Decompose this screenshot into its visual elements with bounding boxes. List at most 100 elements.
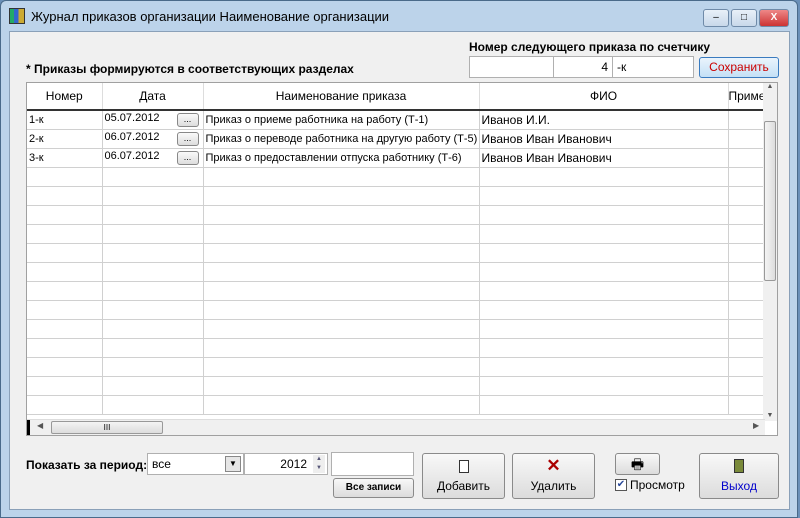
empty-cell[interactable]	[27, 205, 103, 225]
exit-button[interactable]: Выход	[699, 453, 779, 499]
cell-num[interactable]: 3-к	[27, 148, 103, 168]
cell-fio[interactable]: Иванов Иван Иванович	[479, 148, 729, 168]
vertical-scrollbar[interactable]: ▲ ▼	[763, 83, 777, 421]
scroll-right-icon[interactable]: ▶	[753, 421, 759, 430]
empty-cell[interactable]	[203, 319, 480, 339]
empty-cell[interactable]	[728, 262, 766, 282]
empty-row[interactable]	[27, 357, 766, 377]
empty-cell[interactable]	[728, 205, 766, 225]
print-button[interactable]: 🖶	[615, 453, 660, 475]
empty-row[interactable]	[27, 376, 766, 396]
empty-cell[interactable]	[479, 167, 729, 187]
empty-cell[interactable]	[102, 395, 204, 415]
empty-cell[interactable]	[27, 376, 103, 396]
empty-cell[interactable]	[728, 186, 766, 206]
empty-cell[interactable]	[728, 300, 766, 320]
empty-cell[interactable]	[728, 281, 766, 301]
empty-cell[interactable]	[479, 186, 729, 206]
cell-fio[interactable]: Иванов Иван Иванович	[479, 129, 729, 149]
maximize-button[interactable]: □	[731, 9, 757, 27]
empty-cell[interactable]	[27, 262, 103, 282]
empty-cell[interactable]	[203, 167, 480, 187]
empty-cell[interactable]	[27, 300, 103, 320]
year-stepper[interactable]: 2012 ▲ ▼	[244, 453, 328, 475]
column-header[interactable]: ФИО	[479, 83, 729, 111]
add-button[interactable]: Добавить	[422, 453, 505, 499]
cell-date[interactable]: 06.07.2012...	[102, 129, 204, 149]
empty-cell[interactable]	[102, 243, 204, 263]
empty-cell[interactable]	[102, 167, 204, 187]
empty-row[interactable]	[27, 262, 766, 282]
empty-cell[interactable]	[102, 338, 204, 358]
cell-date[interactable]: 05.07.2012...	[102, 110, 204, 130]
empty-cell[interactable]	[27, 338, 103, 358]
empty-cell[interactable]	[102, 205, 204, 225]
empty-cell[interactable]	[479, 281, 729, 301]
empty-cell[interactable]	[102, 376, 204, 396]
table-row[interactable]: 3-к 06.07.2012... Приказ о предоставлении …	[27, 148, 766, 168]
horizontal-scroll-thumb[interactable]: III	[51, 421, 163, 434]
empty-cell[interactable]	[479, 224, 729, 244]
empty-row[interactable]	[27, 300, 766, 320]
stepper-arrows-icon[interactable]: ▲ ▼	[313, 455, 325, 473]
empty-cell[interactable]	[102, 319, 204, 339]
empty-cell[interactable]	[102, 300, 204, 320]
empty-cell[interactable]	[203, 243, 480, 263]
cell-num[interactable]: 2-к	[27, 129, 103, 149]
column-header[interactable]: Наименование приказа	[203, 83, 480, 111]
column-header[interactable]: Приме	[728, 83, 766, 111]
empty-row[interactable]	[27, 395, 766, 415]
empty-row[interactable]	[27, 281, 766, 301]
empty-cell[interactable]	[479, 262, 729, 282]
close-button[interactable]: X	[759, 9, 789, 27]
cell-note[interactable]	[728, 129, 766, 149]
cell-name[interactable]: Приказ о переводе работника на другую ра…	[203, 129, 480, 149]
empty-cell[interactable]	[728, 395, 766, 415]
cell-name[interactable]: Приказ о предоставлении отпуска работник…	[203, 148, 480, 168]
column-header[interactable]: Дата	[102, 83, 204, 111]
empty-cell[interactable]	[203, 224, 480, 244]
empty-cell[interactable]	[728, 376, 766, 396]
empty-cell[interactable]	[27, 186, 103, 206]
empty-cell[interactable]	[479, 376, 729, 396]
date-picker-button[interactable]: ...	[176, 113, 199, 128]
checkbox-checked-icon[interactable]: ✔	[615, 479, 627, 491]
empty-cell[interactable]	[728, 224, 766, 244]
empty-cell[interactable]	[203, 376, 480, 396]
empty-cell[interactable]	[203, 262, 480, 282]
table-row[interactable]: 2-к 06.07.2012... Приказ о переводе работн…	[27, 129, 766, 149]
empty-cell[interactable]	[479, 338, 729, 358]
empty-cell[interactable]	[203, 357, 480, 377]
save-button[interactable]: Сохранить	[699, 57, 779, 78]
counter-suffix-input[interactable]: -к	[612, 56, 694, 78]
empty-cell[interactable]	[728, 319, 766, 339]
empty-cell[interactable]	[102, 224, 204, 244]
delete-button[interactable]: ✕ Удалить	[512, 453, 595, 499]
empty-cell[interactable]	[102, 281, 204, 301]
empty-cell[interactable]	[203, 300, 480, 320]
empty-cell[interactable]	[479, 357, 729, 377]
empty-cell[interactable]	[728, 167, 766, 187]
cell-num[interactable]: 1-к	[27, 110, 103, 130]
cell-note[interactable]	[728, 148, 766, 168]
empty-cell[interactable]	[203, 205, 480, 225]
empty-cell[interactable]	[27, 243, 103, 263]
empty-cell[interactable]	[479, 300, 729, 320]
period-select[interactable]: все ▼	[147, 453, 244, 475]
scroll-left-icon[interactable]: ◀	[37, 421, 43, 430]
empty-cell[interactable]	[27, 395, 103, 415]
empty-cell[interactable]	[728, 357, 766, 377]
empty-row[interactable]	[27, 167, 766, 187]
cell-date[interactable]: 06.07.2012...	[102, 148, 204, 168]
empty-row[interactable]	[27, 205, 766, 225]
date-picker-button[interactable]: ...	[176, 132, 199, 146]
empty-cell[interactable]	[479, 319, 729, 339]
cell-note[interactable]	[728, 110, 766, 130]
empty-cell[interactable]	[203, 338, 480, 358]
empty-row[interactable]	[27, 224, 766, 244]
all-records-button[interactable]: Все записи	[333, 478, 414, 498]
vertical-scroll-thumb[interactable]	[764, 121, 776, 281]
empty-row[interactable]	[27, 338, 766, 358]
empty-row[interactable]	[27, 243, 766, 263]
scroll-up-icon[interactable]: ▲	[763, 83, 777, 90]
